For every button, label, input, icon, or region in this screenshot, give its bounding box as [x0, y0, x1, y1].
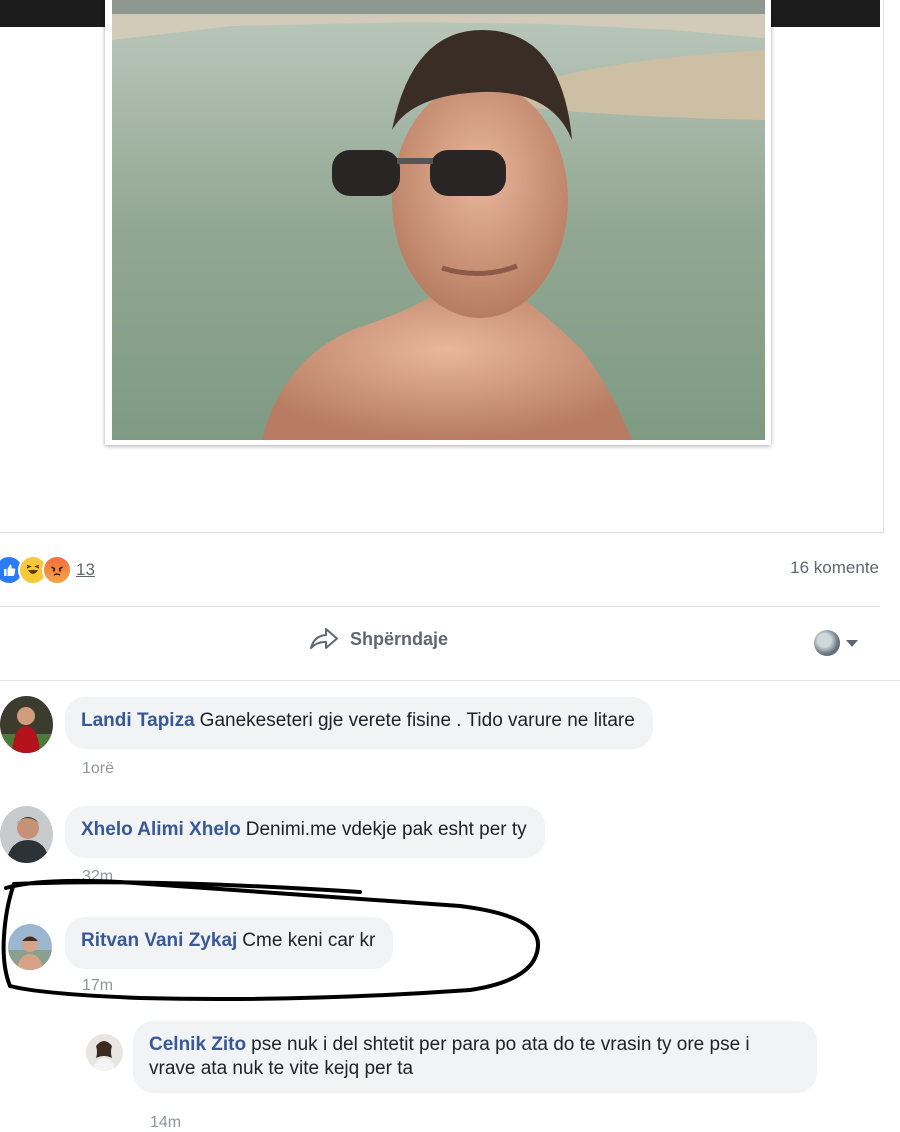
comment-timestamp[interactable]: 14m	[150, 1114, 181, 1132]
divider	[0, 606, 880, 607]
comment-bubble: Landi Tapiza Ganekeseteri gje verete fisi…	[65, 697, 653, 749]
share-arrow-icon	[310, 628, 338, 649]
comment-author[interactable]: Celnik Zito	[149, 1034, 246, 1055]
highlight-circle-annotation	[1, 878, 541, 1001]
previous-photo-edge	[0, 0, 106, 27]
chevron-down-icon	[846, 639, 858, 647]
avatar[interactable]	[0, 806, 53, 863]
post-photo-image	[112, 0, 765, 440]
avatar[interactable]	[86, 1034, 123, 1071]
share-label: Shpërndaje	[350, 628, 449, 649]
comment-bubble: Xhelo Alimi Xhelo Denimi.me vdekje pak es…	[65, 806, 545, 858]
comments-count-link[interactable]: 16 komente	[790, 558, 879, 578]
next-photo-edge	[771, 0, 880, 27]
comment-bubble: Celnik Zito pse nuk i del shtetit per par…	[133, 1021, 817, 1093]
post-photo[interactable]	[112, 0, 765, 440]
comment-text: Ganekeseteri gje verete fisine . Tido va…	[199, 710, 635, 731]
comment-text: Denimi.me vdekje pak esht per ty	[245, 819, 527, 840]
comment-author[interactable]: Xhelo Alimi Xhelo	[81, 819, 241, 840]
avatar[interactable]	[0, 696, 53, 753]
divider	[0, 680, 900, 681]
reactions-summary[interactable]: 13	[0, 555, 95, 585]
comment-as-selector[interactable]	[814, 630, 858, 656]
comment-timestamp[interactable]: 1orë	[82, 760, 114, 778]
reaction-count[interactable]: 13	[76, 560, 95, 580]
comment-author[interactable]: Landi Tapiza	[81, 710, 195, 731]
angry-icon	[42, 555, 72, 585]
viewer-avatar	[814, 630, 840, 656]
share-button[interactable]: Shpërndaje	[308, 626, 448, 652]
